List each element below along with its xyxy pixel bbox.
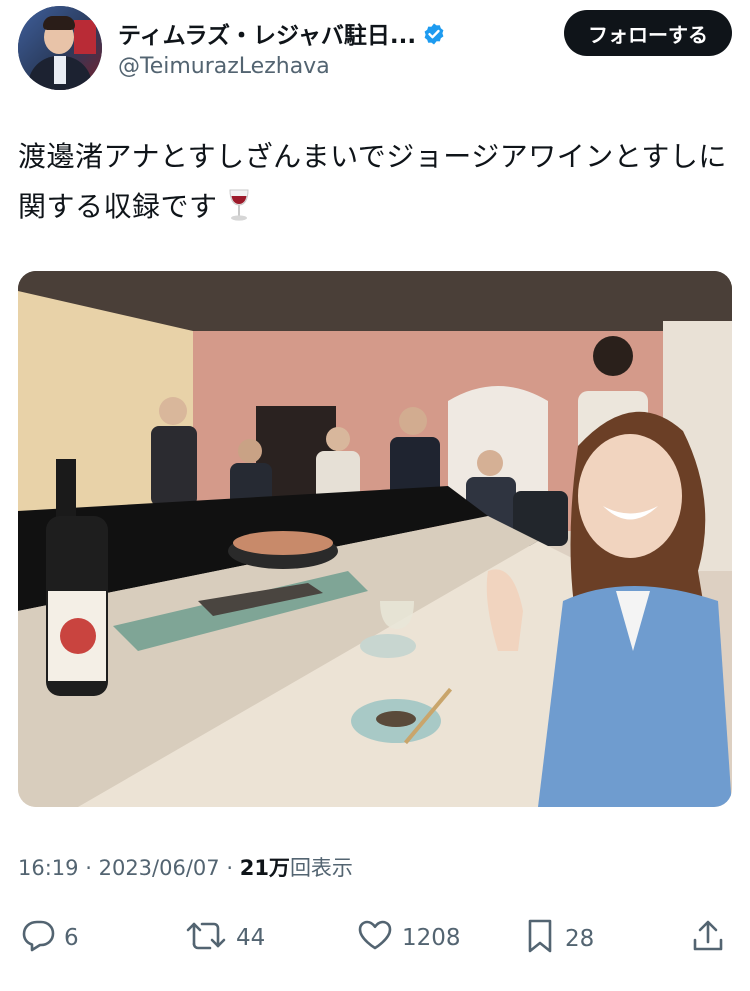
tweet-body: 渡邊渚アナとすしざんまいでジョージアワインとすしに関する収録です (18, 140, 727, 223)
share-button[interactable] (690, 918, 726, 960)
tweet-text: 渡邊渚アナとすしざんまいでジョージアワインとすしに関する収録です (18, 132, 732, 238)
author-avatar[interactable] (18, 6, 102, 90)
bookmark-count: 28 (565, 926, 595, 952)
meta-separator: · (85, 856, 92, 880)
author-name-row[interactable]: ティムラズ・レジャバ駐日... (118, 16, 446, 52)
reply-icon (18, 918, 56, 958)
retweet-count: 44 (236, 925, 266, 951)
meta-separator: · (226, 856, 234, 880)
retweet-icon (184, 918, 228, 958)
verified-badge-icon (422, 22, 446, 52)
wine-glass-icon (224, 188, 254, 238)
tweet-time[interactable]: 16:19 (18, 856, 79, 880)
tweet-meta: 16:19 · 2023/06/07 · 21万回表示 (18, 852, 353, 882)
tweet-date[interactable]: 2023/06/07 (99, 856, 220, 880)
bookmark-icon (523, 918, 557, 960)
reply-count: 6 (64, 925, 79, 951)
share-icon (690, 918, 726, 960)
tweet-header: ティムラズ・レジャバ駐日... @TeimurazLezhava フォローする (18, 6, 732, 94)
bookmark-button[interactable]: 28 (523, 918, 594, 960)
author-display-name[interactable]: ティムラズ・レジャバ駐日... (118, 23, 416, 49)
retweet-button[interactable]: 44 (184, 918, 265, 958)
tweet-photo[interactable] (18, 271, 732, 807)
follow-button[interactable]: フォローする (564, 10, 732, 56)
action-bar: 6 44 1208 28 (18, 910, 732, 960)
heart-icon (356, 918, 394, 958)
author-handle[interactable]: @TeimurazLezhava (118, 54, 330, 79)
view-count-label: 回表示 (289, 856, 353, 880)
reply-button[interactable]: 6 (18, 918, 79, 958)
like-count: 1208 (402, 925, 461, 951)
view-count: 21万 (239, 856, 290, 880)
like-button[interactable]: 1208 (356, 918, 461, 958)
